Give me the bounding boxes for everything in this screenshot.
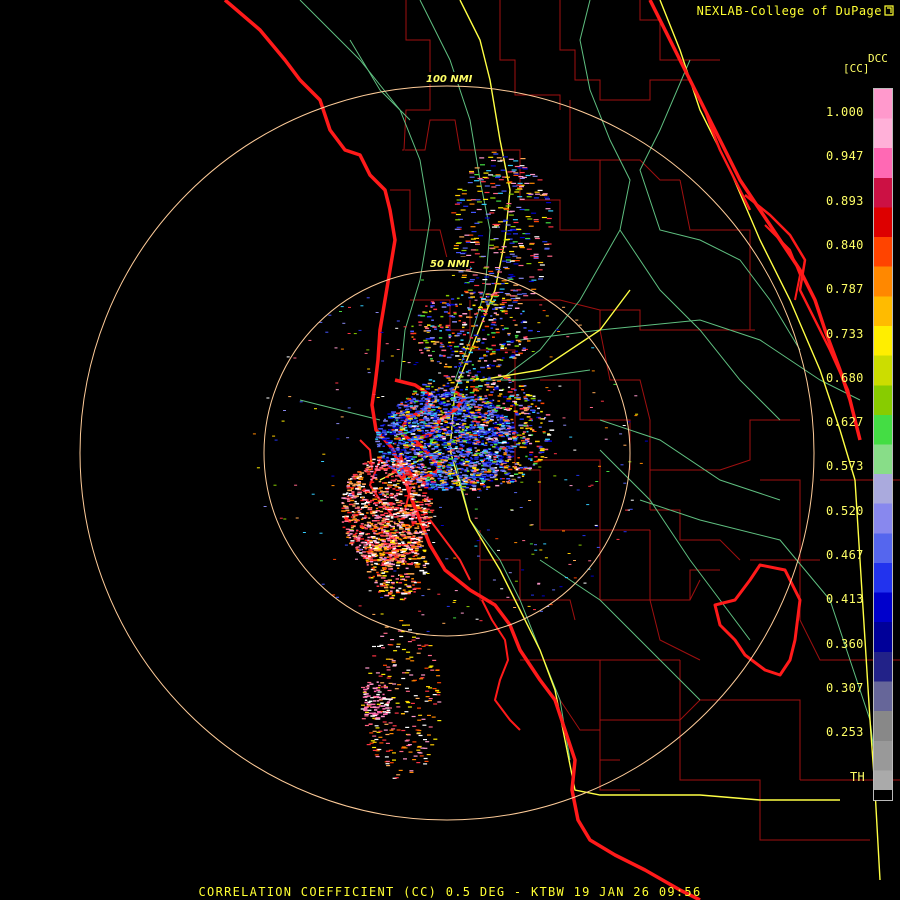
legend-label: 0.413 [826,592,864,607]
range-rings [79,85,815,821]
legend-label: 1.000 [826,105,864,119]
legend-label: 0.253 [826,725,864,740]
legend-unit: [CC] [843,62,870,75]
legend-label: 0.840 [826,237,864,252]
legend-label: 0.467 [826,548,864,562]
legend-label: 0.733 [826,326,864,341]
radar-echoes [252,151,648,779]
legend-label: 0.787 [826,282,864,297]
radar-map: 100 NMI 50 NMI [79,0,900,900]
credit-label: NEXLAB-College of DuPage [696,4,882,18]
county-boundaries [390,0,900,841]
legend-label: 0.573 [826,459,864,474]
legend-label: 0.680 [826,370,864,385]
nexlab-logo-icon [884,5,894,16]
legend-threshold-swatch [874,790,892,800]
credit-text: NEXLAB-College of DuPage [697,4,894,18]
roads [299,0,881,801]
legend-label: TH [850,769,866,784]
legend-label: 0.520 [826,503,864,518]
legend-product-code: DCC [868,52,888,65]
legend-label: 0.307 [826,680,864,695]
legend-label: 0.947 [826,149,864,164]
product-caption: CORRELATION COEFFICIENT (CC) 0.5 DEG - K… [198,885,702,899]
range-ring-100nmi [79,85,815,821]
legend-label: 0.360 [826,636,864,651]
color-scale-bar [873,88,893,801]
legend-label: 0.893 [826,193,864,208]
range-label-100nmi: 100 NMI [426,74,473,85]
range-label-50nmi: 50 NMI [430,259,470,270]
legend-label: 0.627 [826,415,864,430]
